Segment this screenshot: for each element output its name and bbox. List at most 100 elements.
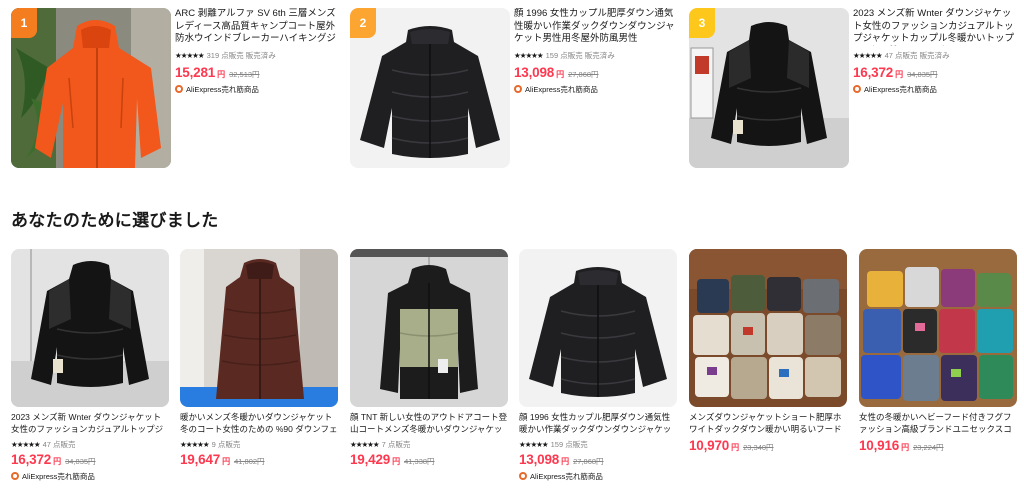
currency-symbol: 円 — [561, 457, 570, 466]
product-image[interactable]: 1 — [11, 8, 171, 168]
sale-price: 10,970 — [689, 438, 730, 453]
product-title[interactable]: 顔 1996 女性カップル肥厚ダウン通気性暖かい作業ダックダウンダウンジャケット… — [519, 411, 677, 435]
product-image[interactable] — [180, 249, 338, 407]
product-image[interactable] — [519, 249, 677, 407]
sale-price: 13,098 — [519, 452, 560, 467]
sold-count: 7 点販売 — [381, 439, 411, 449]
star-rating-icon: ★★★★★ — [180, 439, 210, 449]
price-row: 10,970 円 23,340円 — [689, 438, 847, 454]
product-image[interactable] — [11, 249, 169, 407]
original-price: 32,513円 — [229, 70, 260, 79]
currency-symbol: 円 — [556, 70, 565, 79]
product-card[interactable]: 女性の冬暖かいヘビーフード付きフグファッション高級ブランドユニセックスコートアメ… — [859, 249, 1017, 454]
sale-price: 10,916 — [859, 438, 900, 453]
star-rating-icon: ★★★★★ — [519, 439, 549, 449]
price-row: 13,098 円 27,868円 — [514, 65, 680, 81]
sale-price: 13,098 — [514, 65, 555, 80]
product-image[interactable] — [689, 249, 847, 407]
rank-badge: 3 — [689, 8, 715, 38]
original-price: 23,224円 — [913, 443, 944, 452]
sold-count: 159 点販売 販売済み — [545, 50, 615, 60]
price-row: 19,647 円 41,802円 — [180, 452, 338, 468]
price-row: 19,429 円 41,338円 — [350, 452, 508, 468]
bestseller-label: AliExpress売れ筋商品 — [525, 84, 598, 94]
product-card[interactable]: 暖かいメンズ冬暖かいダウンジャケット冬のコート女性のための %90 ダウンフェイ… — [180, 249, 338, 468]
rating-row: ★★★★★ 7 点販売 — [350, 439, 508, 449]
product-info: 2023 メンズ新 Wnter ダウンジャケット女性のファッションカジュアルトッ… — [853, 8, 1019, 94]
aliexpress-logo-icon — [519, 472, 527, 480]
star-rating-icon: ★★★★★ — [514, 50, 544, 60]
bestseller-badge: AliExpress売れ筋商品 — [514, 84, 680, 94]
sold-count: 159 点販売 — [550, 439, 588, 449]
currency-symbol: 円 — [53, 457, 62, 466]
rating-row: ★★★★★ 159 点販売 販売済み — [514, 50, 680, 60]
original-price: 34,835円 — [907, 70, 938, 79]
bestseller-label: AliExpress売れ筋商品 — [864, 84, 937, 94]
product-title[interactable]: 2023 メンズ新 Wnter ダウンジャケット女性のファッションカジュアルトッ… — [853, 8, 1019, 46]
rank-badge: 2 — [350, 8, 376, 38]
top-ranked-row: 1 ARC 剥離アルファ SV 6th 三層メンズレディース高品質キャンプコート… — [11, 8, 1021, 168]
ranked-product-card-3[interactable]: 3 2023 メンズ新 Wnter ダウンジャケット女性のファッションカジュアル… — [689, 8, 1017, 168]
aliexpress-logo-icon — [11, 472, 19, 480]
bestseller-label: AliExpress売れ筋商品 — [186, 84, 259, 94]
sale-price: 16,372 — [11, 452, 52, 467]
product-title[interactable]: 顔 TNT 新しい女性のアウトドアコート登山コートメンズ冬暖かいダウンジャケット… — [350, 411, 508, 435]
rating-row: ★★★★★ 159 点販売 — [519, 439, 677, 449]
section-title: あなたのために選びました — [11, 211, 219, 230]
sale-price: 19,429 — [350, 452, 391, 467]
sold-count: 47 点販売 — [42, 439, 76, 449]
rating-row: ★★★★★ 319 点販売 販売済み — [175, 50, 341, 60]
sale-price: 16,372 — [853, 65, 894, 80]
bestseller-badge: AliExpress売れ筋商品 — [175, 84, 341, 94]
price-row: 16,372 円 34,835円 — [11, 452, 169, 468]
bestseller-label: AliExpress売れ筋商品 — [530, 471, 603, 481]
rating-row: ★★★★★ 47 点販売 販売済み — [853, 50, 1019, 60]
currency-symbol: 円 — [217, 70, 226, 79]
ranked-product-card-2[interactable]: 2 顔 1996 女性カップル肥厚ダウン通気性暖かい作業ダックダウンダウンジャケ… — [350, 8, 678, 168]
rank-badge: 1 — [11, 8, 37, 38]
currency-symbol: 円 — [222, 457, 231, 466]
sold-count: 9 点販売 — [211, 439, 241, 449]
product-title[interactable]: ARC 剥離アルファ SV 6th 三層メンズレディース高品質キャンプコート屋外… — [175, 8, 341, 46]
product-image[interactable] — [350, 249, 508, 407]
sale-price: 15,281 — [175, 65, 216, 80]
bestseller-badge: AliExpress売れ筋商品 — [519, 471, 677, 481]
product-info: 顔 1996 女性カップル肥厚ダウン通気性暖かい作業ダックダウンダウンジャケット… — [514, 8, 680, 94]
star-rating-icon: ★★★★★ — [853, 50, 883, 60]
rating-row: ★★★★★ 47 点販売 — [11, 439, 169, 449]
sold-count: 47 点販売 販売済み — [884, 50, 950, 60]
aliexpress-logo-icon — [175, 85, 183, 93]
product-image[interactable]: 2 — [350, 8, 510, 168]
bestseller-badge: AliExpress売れ筋商品 — [11, 471, 169, 481]
original-price: 23,340円 — [743, 443, 774, 452]
bestseller-badge: AliExpress売れ筋商品 — [853, 84, 1019, 94]
price-row: 16,372 円 34,835円 — [853, 65, 1019, 81]
star-rating-icon: ★★★★★ — [350, 439, 380, 449]
aliexpress-logo-icon — [853, 85, 861, 93]
product-image[interactable] — [859, 249, 1017, 407]
aliexpress-logo-icon — [514, 85, 522, 93]
product-title[interactable]: 暖かいメンズ冬暖かいダウンジャケット冬のコート女性のための %90 ダウンフェイ… — [180, 411, 338, 435]
product-title[interactable]: メンズダウンジャケットショート肥厚ホワイトダックダウン暖かい明るいフード付き冬の… — [689, 411, 847, 435]
original-price: 41,802円 — [234, 457, 265, 466]
bestseller-label: AliExpress売れ筋商品 — [22, 471, 95, 481]
original-price: 34,835円 — [65, 457, 96, 466]
product-title[interactable]: 顔 1996 女性カップル肥厚ダウン通気性暖かい作業ダックダウンダウンジャケット… — [514, 8, 680, 46]
currency-symbol: 円 — [895, 70, 904, 79]
original-price: 41,338円 — [404, 457, 435, 466]
original-price: 27,868円 — [573, 457, 604, 466]
star-rating-icon: ★★★★★ — [11, 439, 41, 449]
product-title[interactable]: 女性の冬暖かいヘビーフード付きフグファッション高級ブランドユニセックスコートアメ… — [859, 411, 1017, 435]
original-price: 27,868円 — [568, 70, 599, 79]
product-grid: 2023 メンズ新 Wnter ダウンジャケット女性のファッションカジュアルトッ… — [11, 249, 1017, 489]
product-card[interactable]: 2023 メンズ新 Wnter ダウンジャケット女性のファッションカジュアルトッ… — [11, 249, 169, 481]
product-card[interactable]: メンズダウンジャケットショート肥厚ホワイトダックダウン暖かい明るいフード付き冬の… — [689, 249, 847, 454]
price-row: 13,098 円 27,868円 — [519, 452, 677, 468]
ranked-product-card-1[interactable]: 1 ARC 剥離アルファ SV 6th 三層メンズレディース高品質キャンプコート… — [11, 8, 339, 168]
product-card[interactable]: 顔 1996 女性カップル肥厚ダウン通気性暖かい作業ダックダウンダウンジャケット… — [519, 249, 677, 481]
rating-row: ★★★★★ 9 点販売 — [180, 439, 338, 449]
product-card[interactable]: 顔 TNT 新しい女性のアウトドアコート登山コートメンズ冬暖かいダウンジャケット… — [350, 249, 508, 468]
currency-symbol: 円 — [901, 443, 910, 452]
product-title[interactable]: 2023 メンズ新 Wnter ダウンジャケット女性のファッションカジュアルトッ… — [11, 411, 169, 435]
product-image[interactable]: 3 — [689, 8, 849, 168]
